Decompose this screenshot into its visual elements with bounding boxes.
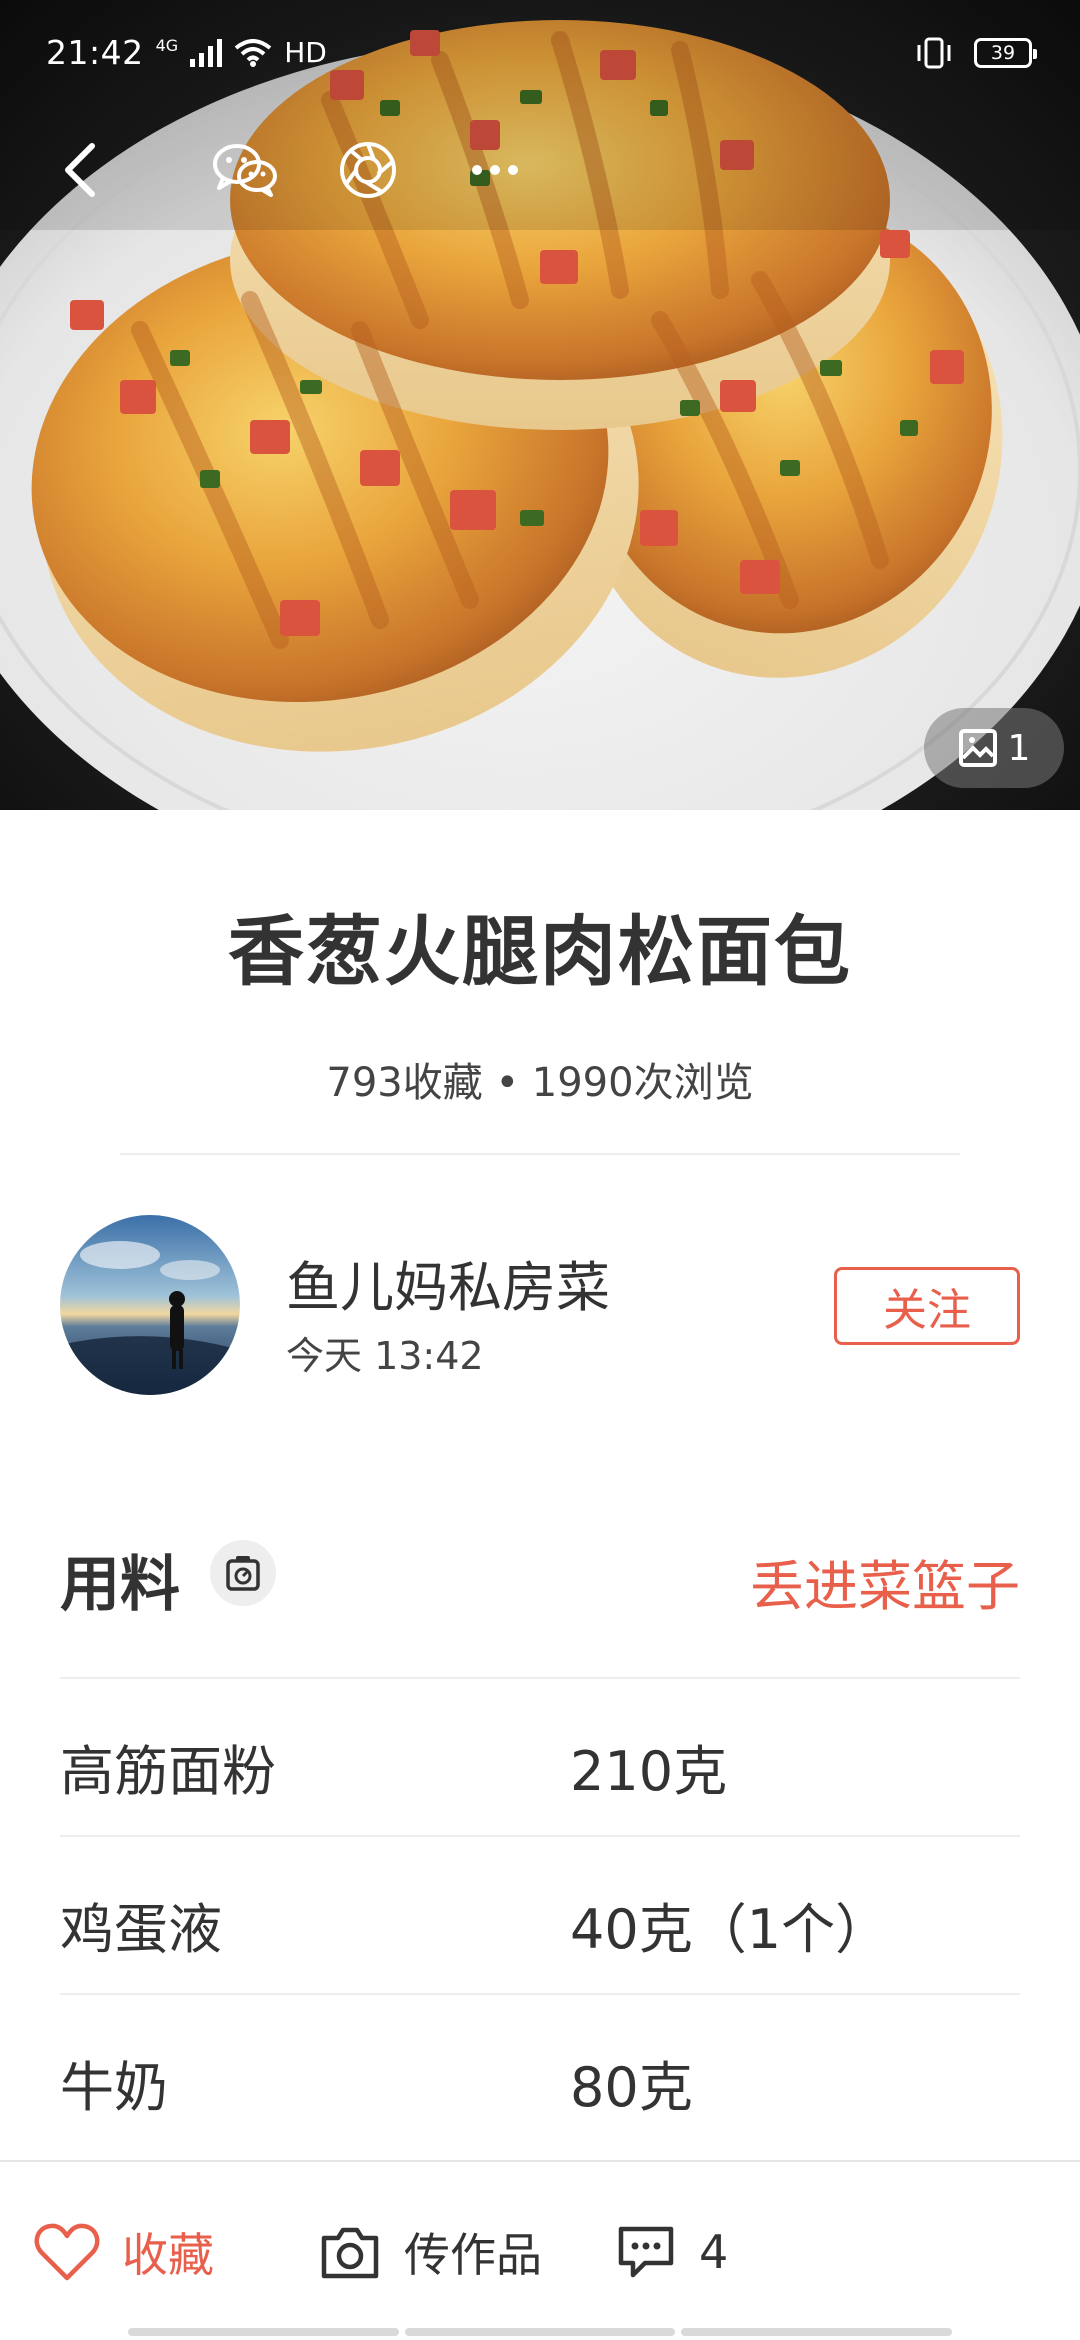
post-time: 今天 13:42	[286, 1334, 484, 1378]
status-bar: 21:42 4G HD 39	[0, 0, 1080, 105]
ingredient-name: 牛奶	[60, 2056, 168, 2119]
share-moments-button[interactable]	[318, 120, 418, 220]
add-to-basket-link[interactable]: 丢进菜篮子	[750, 1542, 1020, 1621]
author-section: 鱼儿妈私房菜 今天 13:42 关注	[60, 1215, 1020, 1395]
ingredient-amount: 210克	[570, 1740, 728, 1803]
avatar[interactable]	[60, 1215, 240, 1395]
more-icon	[472, 165, 518, 175]
image-icon	[958, 729, 997, 767]
ingredients-header: 用料 丢进菜篮子	[60, 1530, 1020, 1620]
ingredient-amount: 40克（1个）	[570, 1898, 890, 1961]
network-type: 4G	[155, 35, 179, 55]
kitchen-scale-icon	[226, 1556, 260, 1591]
battery-icon: 39	[974, 37, 1037, 68]
ingredient-name: 鸡蛋液	[60, 1898, 222, 1961]
signal-icon	[190, 38, 223, 67]
wifi-icon	[234, 38, 272, 67]
avatar-image	[60, 1215, 240, 1395]
share-wechat-button[interactable]	[195, 120, 295, 220]
comment-icon	[618, 2226, 674, 2278]
ingredient-amount: 80克	[570, 2056, 693, 2119]
kitchen-scale-button[interactable]	[210, 1540, 276, 1606]
wechat-icon	[213, 144, 277, 197]
comment-count: 4	[699, 2225, 729, 2279]
ingredient-name: 高筋面粉	[60, 1740, 276, 1803]
battery-level: 39	[990, 41, 1016, 64]
back-button[interactable]	[30, 120, 130, 220]
ingredient-row: 鸡蛋液 40克（1个）	[60, 1835, 1020, 1993]
top-nav	[0, 120, 1080, 220]
divider	[120, 1153, 960, 1155]
vibrate-icon	[917, 37, 951, 68]
favorite-label: 收藏	[122, 2228, 214, 2282]
ingredient-row: 牛奶 80克	[60, 1993, 1020, 2151]
bottom-action-bar: 收藏 传作品 4	[0, 2160, 1080, 2340]
ingredients-title: 用料	[60, 1550, 180, 1620]
recipe-photo[interactable]: 21:42 4G HD 39 1	[0, 0, 1080, 810]
follow-button[interactable]: 关注	[834, 1267, 1020, 1345]
heart-icon	[34, 2223, 100, 2281]
home-indicator	[128, 2328, 953, 2336]
image-counter[interactable]: 1	[924, 708, 1064, 788]
author-name[interactable]: 鱼儿妈私房菜	[286, 1243, 610, 1322]
back-icon	[65, 143, 95, 197]
camera-icon	[321, 2227, 379, 2279]
upload-work-button[interactable]: 传作品	[318, 2162, 542, 2340]
image-count: 1	[1007, 727, 1031, 769]
ingredients-list: 高筋面粉 210克 鸡蛋液 40克（1个） 牛奶 80克	[60, 1677, 1020, 2151]
recipe-stats: 793收藏 • 1990次浏览	[326, 1060, 754, 1106]
hd-indicator: HD	[284, 36, 327, 69]
status-time: 21:42	[46, 33, 144, 72]
moments-icon	[340, 142, 396, 198]
favorite-button[interactable]: 收藏	[34, 2162, 214, 2340]
ingredient-row: 高筋面粉 210克	[60, 1677, 1020, 1835]
recipe-title: 香葱火腿肉松面包	[228, 907, 852, 996]
more-button[interactable]	[445, 120, 545, 220]
comment-button[interactable]: 4	[615, 2162, 728, 2340]
upload-work-label: 传作品	[404, 2228, 542, 2282]
